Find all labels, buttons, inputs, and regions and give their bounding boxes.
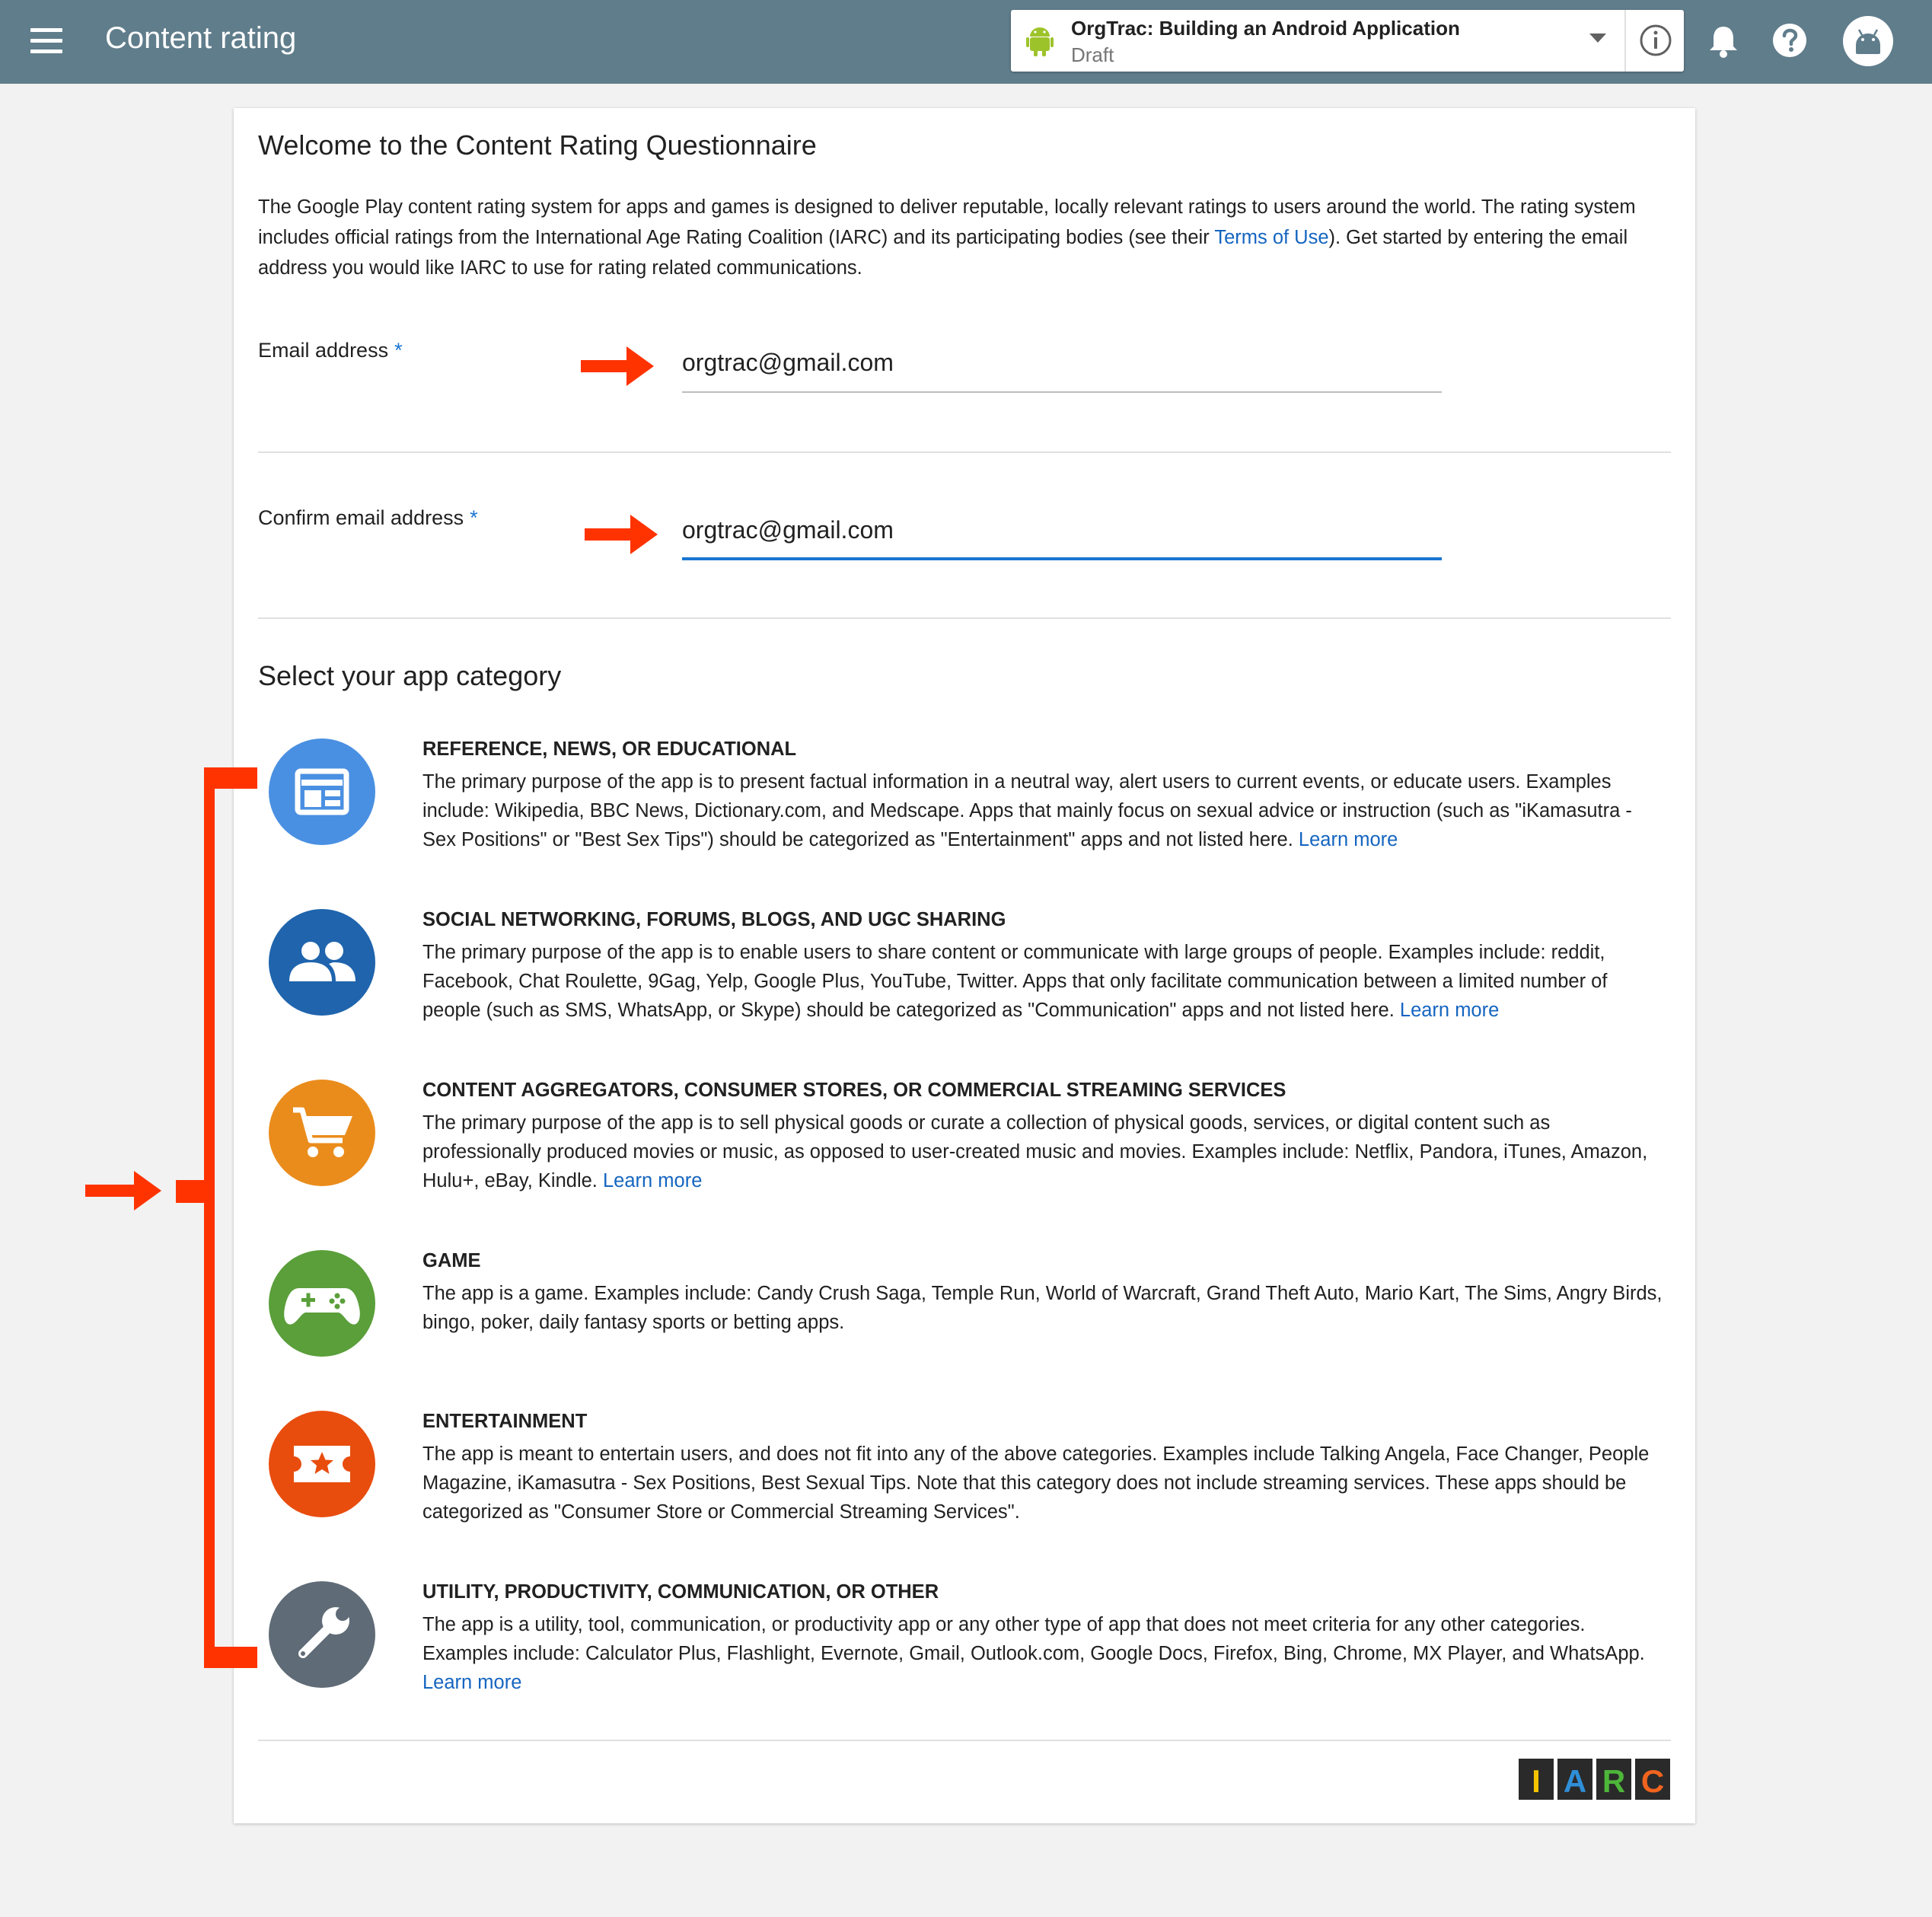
annotation-bracket (174, 767, 257, 1672)
gamepad-icon (269, 1250, 375, 1357)
category-description: The app is meant to entertain users, and… (422, 1440, 1663, 1526)
people-icon (269, 909, 375, 1016)
annotation-arrow-icon (585, 513, 658, 560)
top-app-bar: Content rating OrgTrac: Building an Andr… (0, 0, 1932, 84)
category-reference-news-educational[interactable]: REFERENCE, NEWS, OR EDUCATIONAL The prim… (257, 738, 1671, 853)
category-description: The primary purpose of the app is to pre… (422, 767, 1663, 854)
news-icon (269, 738, 375, 845)
page-title: Content rating (105, 21, 297, 55)
dropdown-caret-icon[interactable] (1588, 31, 1608, 49)
category-description: The app is a utility, tool, communicatio… (422, 1610, 1663, 1697)
confirm-email-underline (682, 557, 1442, 560)
divider (258, 617, 1671, 619)
selector-divider (1624, 10, 1626, 72)
terms-of-use-link[interactable]: Terms of Use (1214, 227, 1328, 248)
menu-icon[interactable] (30, 28, 62, 56)
ticket-star-icon (269, 1411, 375, 1517)
svg-text:C: C (1641, 1763, 1664, 1799)
category-title: REFERENCE, NEWS, OR EDUCATIONAL (422, 738, 797, 760)
app-selector[interactable]: OrgTrac: Building an Android Application… (1011, 10, 1684, 72)
bell-icon[interactable] (1708, 24, 1739, 62)
category-description: The primary purpose of the app is to sel… (422, 1108, 1663, 1195)
info-icon[interactable] (1638, 23, 1673, 62)
confirm-email-label-text: Confirm email address (258, 506, 464, 529)
category-description: The primary purpose of the app is to ena… (422, 938, 1663, 1025)
category-description: The app is a game. Examples include: Can… (422, 1279, 1663, 1337)
category-description-text: The app is meant to entertain users, and… (422, 1443, 1650, 1523)
category-entertainment[interactable]: ENTERTAINMENT The app is meant to entert… (257, 1411, 1671, 1525)
category-social-networking[interactable]: SOCIAL NETWORKING, FORUMS, BLOGS, AND UG… (257, 909, 1671, 1023)
welcome-heading: Welcome to the Content Rating Questionna… (258, 129, 817, 161)
app-status: Draft (1071, 43, 1114, 66)
category-description-text: The primary purpose of the app is to pre… (422, 771, 1632, 850)
category-heading: Select your app category (258, 660, 562, 691)
intro-paragraph: The Google Play content rating system fo… (258, 192, 1674, 283)
category-content-aggregators[interactable]: CONTENT AGGREGATORS, CONSUMER STORES, OR… (257, 1080, 1671, 1194)
category-title: CONTENT AGGREGATORS, CONSUMER STORES, OR… (422, 1080, 1286, 1101)
confirm-email-label: Confirm email address * (258, 506, 478, 530)
category-title: ENTERTAINMENT (422, 1411, 588, 1432)
email-label: Email address * (258, 339, 403, 362)
category-description-text: The app is a utility, tool, communicatio… (422, 1614, 1645, 1664)
help-icon[interactable] (1772, 23, 1807, 62)
email-label-text: Email address (258, 339, 389, 362)
divider (258, 1740, 1671, 1741)
learn-more-link[interactable]: Learn more (1400, 1000, 1499, 1021)
required-mark: * (470, 506, 478, 529)
category-title: UTILITY, PRODUCTIVITY, COMMUNICATION, OR… (422, 1581, 939, 1603)
email-field[interactable] (682, 344, 1442, 381)
learn-more-link[interactable]: Learn more (422, 1672, 521, 1693)
app-name: OrgTrac: Building an Android Application (1071, 17, 1460, 40)
iarc-logo: I A R C (1519, 1759, 1672, 1804)
category-utility-productivity[interactable]: UTILITY, PRODUCTIVITY, COMMUNICATION, OR… (257, 1581, 1671, 1703)
required-mark: * (394, 339, 403, 362)
category-description-text: The app is a game. Examples include: Can… (422, 1283, 1663, 1333)
questionnaire-card: Welcome to the Content Rating Questionna… (234, 108, 1695, 1823)
annotation-arrow-icon (581, 345, 654, 391)
category-title: SOCIAL NETWORKING, FORUMS, BLOGS, AND UG… (422, 909, 1006, 930)
svg-text:I: I (1532, 1763, 1541, 1799)
annotation-arrow-icon (85, 1169, 161, 1216)
email-underline (682, 391, 1442, 393)
android-icon (1026, 26, 1054, 60)
shopping-cart-icon (269, 1080, 375, 1186)
confirm-email-field[interactable] (682, 512, 1442, 548)
divider (258, 451, 1671, 453)
svg-text:A: A (1564, 1763, 1586, 1799)
category-title: GAME (422, 1250, 481, 1271)
wrench-icon (269, 1581, 375, 1688)
avatar-icon[interactable] (1843, 16, 1893, 70)
learn-more-link[interactable]: Learn more (1299, 829, 1398, 850)
category-game[interactable]: GAME The app is a game. Examples include… (257, 1250, 1671, 1364)
learn-more-link[interactable]: Learn more (603, 1170, 702, 1191)
svg-text:R: R (1602, 1763, 1625, 1799)
